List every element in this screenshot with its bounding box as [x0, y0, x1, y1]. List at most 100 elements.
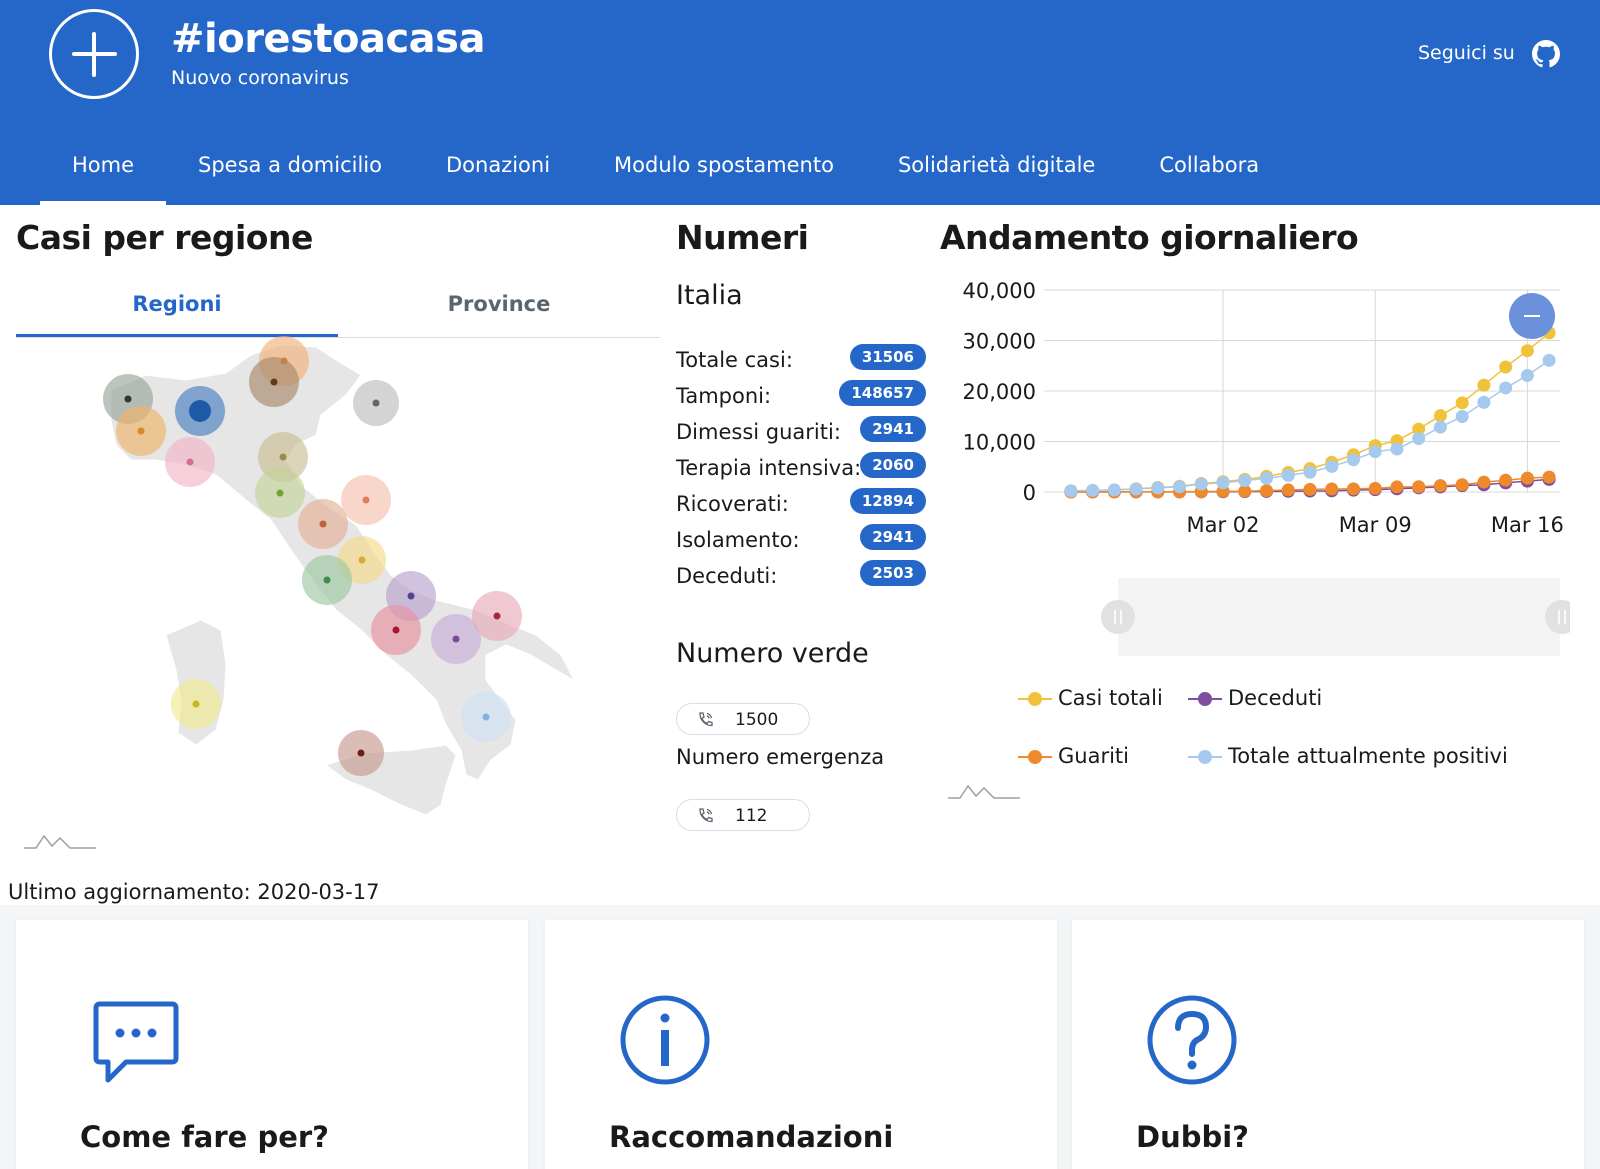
data-point[interactable]: [1455, 478, 1469, 492]
data-point[interactable]: [1260, 484, 1274, 498]
region-bubble-center: [186, 458, 194, 466]
data-point[interactable]: [1455, 409, 1469, 423]
region-bubble-center: [137, 427, 145, 435]
data-point[interactable]: [1390, 480, 1404, 494]
data-point[interactable]: [1412, 480, 1426, 494]
y-tick-label: 0: [1023, 481, 1036, 505]
stat-label: Dimessi guariti:: [676, 420, 841, 444]
legend-casi-totali[interactable]: Casi totali: [1018, 686, 1163, 710]
stat-badge: 2941: [860, 416, 926, 442]
question-circle-icon: [1147, 995, 1237, 1085]
card-come-fare[interactable]: Come fare per?: [16, 920, 528, 1169]
legend-guariti[interactable]: Guariti: [1018, 744, 1129, 768]
data-point[interactable]: [1303, 482, 1317, 496]
data-point[interactable]: [1433, 479, 1447, 493]
nav-modulo[interactable]: Modulo spostamento: [582, 140, 866, 205]
data-point[interactable]: [1412, 432, 1426, 446]
data-point[interactable]: [1151, 481, 1165, 495]
nav-solidarieta[interactable]: Solidarietà digitale: [866, 140, 1127, 205]
data-point[interactable]: [1433, 409, 1447, 423]
numbers-section-title: Numeri: [676, 218, 809, 257]
range-slider-handle-left[interactable]: [1101, 600, 1135, 634]
data-point[interactable]: [1194, 477, 1208, 491]
nav-home[interactable]: Home: [40, 140, 167, 205]
numero-verde-button[interactable]: 1500: [676, 703, 810, 735]
last-update: Ultimo aggiornamento: 2020-03-17: [8, 880, 380, 904]
italy-map[interactable]: [16, 335, 646, 875]
numero-verde-title: Numero verde: [676, 638, 869, 669]
data-point[interactable]: [1216, 476, 1230, 490]
data-point[interactable]: [1477, 378, 1491, 392]
legend-marker: [1188, 750, 1222, 764]
nav-spesa[interactable]: Spesa a domicilio: [166, 140, 414, 205]
data-point[interactable]: [1107, 483, 1121, 497]
data-point[interactable]: [1325, 459, 1339, 473]
data-point[interactable]: [1173, 480, 1187, 494]
x-tick-label: Mar 16: [1491, 513, 1564, 537]
data-point[interactable]: [1520, 344, 1534, 358]
chart-credit-icon: [948, 784, 1020, 799]
stat-badge: 12894: [849, 488, 926, 514]
data-point[interactable]: [1368, 445, 1382, 459]
data-point[interactable]: [1520, 368, 1534, 382]
legend-deceduti[interactable]: Deceduti: [1188, 686, 1322, 710]
data-point[interactable]: [1542, 353, 1556, 367]
y-tick-label: 10,000: [963, 431, 1036, 455]
stat-badge: 2060: [860, 452, 926, 478]
data-point[interactable]: [1433, 420, 1447, 434]
data-point[interactable]: [1303, 465, 1317, 479]
tab-province[interactable]: Province: [338, 280, 660, 337]
numero-emergenza-button[interactable]: 112: [676, 799, 810, 831]
stat-badge: 148657: [839, 380, 926, 406]
data-point[interactable]: [1455, 396, 1469, 410]
site-title[interactable]: #iorestoacasa: [171, 16, 485, 62]
data-point[interactable]: [1390, 442, 1404, 456]
region-bubble-center: [357, 749, 365, 757]
data-point[interactable]: [1542, 470, 1556, 484]
stat-label: Tamponi:: [676, 384, 772, 408]
nav-donazioni[interactable]: Donazioni: [414, 140, 582, 205]
data-point[interactable]: [1281, 468, 1295, 482]
legend-marker: [1188, 692, 1222, 706]
x-tick-label: Mar 02: [1187, 513, 1260, 537]
legend-label: Guariti: [1058, 744, 1129, 768]
plus-circle-icon[interactable]: [49, 9, 139, 99]
data-point[interactable]: [1477, 475, 1491, 489]
legend-marker: [1018, 750, 1052, 764]
github-icon[interactable]: [1532, 40, 1560, 68]
data-point[interactable]: [1086, 483, 1100, 497]
data-point[interactable]: [1499, 381, 1513, 395]
region-bubble-center: [482, 713, 490, 721]
data-point[interactable]: [1346, 453, 1360, 467]
site-subtitle: Nuovo coronavirus: [171, 67, 349, 89]
data-point[interactable]: [1064, 484, 1078, 498]
data-point[interactable]: [1477, 395, 1491, 409]
data-point[interactable]: [1325, 482, 1339, 496]
chart-credit-icon: [24, 834, 96, 849]
data-point[interactable]: [1368, 481, 1382, 495]
stats-list: Totale casi: 31506 Tamponi: 148657 Dimes…: [676, 340, 926, 592]
data-point[interactable]: [1346, 482, 1360, 496]
legend-label: Totale attualmente positivi: [1228, 744, 1508, 768]
data-point[interactable]: [1499, 473, 1513, 487]
region-bubble-center: [189, 400, 211, 422]
card-dubbi[interactable]: Dubbi?: [1072, 920, 1584, 1169]
legend-label: Deceduti: [1228, 686, 1323, 710]
tab-regioni[interactable]: Regioni: [16, 280, 338, 337]
y-tick-label: 40,000: [963, 279, 1036, 303]
nav-collabora[interactable]: Collabora: [1127, 140, 1291, 205]
data-point[interactable]: [1281, 483, 1295, 497]
card-raccomandazioni[interactable]: Raccomandazioni: [545, 920, 1057, 1169]
daily-trend-chart[interactable]: 0 10,000 20,000 30,000 40,000 Mar 02 Mar 09 Mar…: [940, 270, 1570, 670]
data-point[interactable]: [1520, 471, 1534, 485]
data-point[interactable]: [1238, 474, 1252, 488]
legend-attualmente-positivi[interactable]: Totale attualmente positivi: [1188, 744, 1508, 768]
data-point[interactable]: [1129, 482, 1143, 496]
range-slider-track[interactable]: [1118, 578, 1560, 656]
y-tick-label: 20,000: [963, 380, 1036, 404]
stat-isolamento: Isolamento: 2941: [676, 520, 926, 556]
data-point[interactable]: [1499, 360, 1513, 374]
data-point[interactable]: [1260, 471, 1274, 485]
follow-label: Seguici su: [1418, 42, 1515, 64]
main-nav: Home Spesa a domicilio Donazioni Modulo …: [40, 140, 1291, 205]
